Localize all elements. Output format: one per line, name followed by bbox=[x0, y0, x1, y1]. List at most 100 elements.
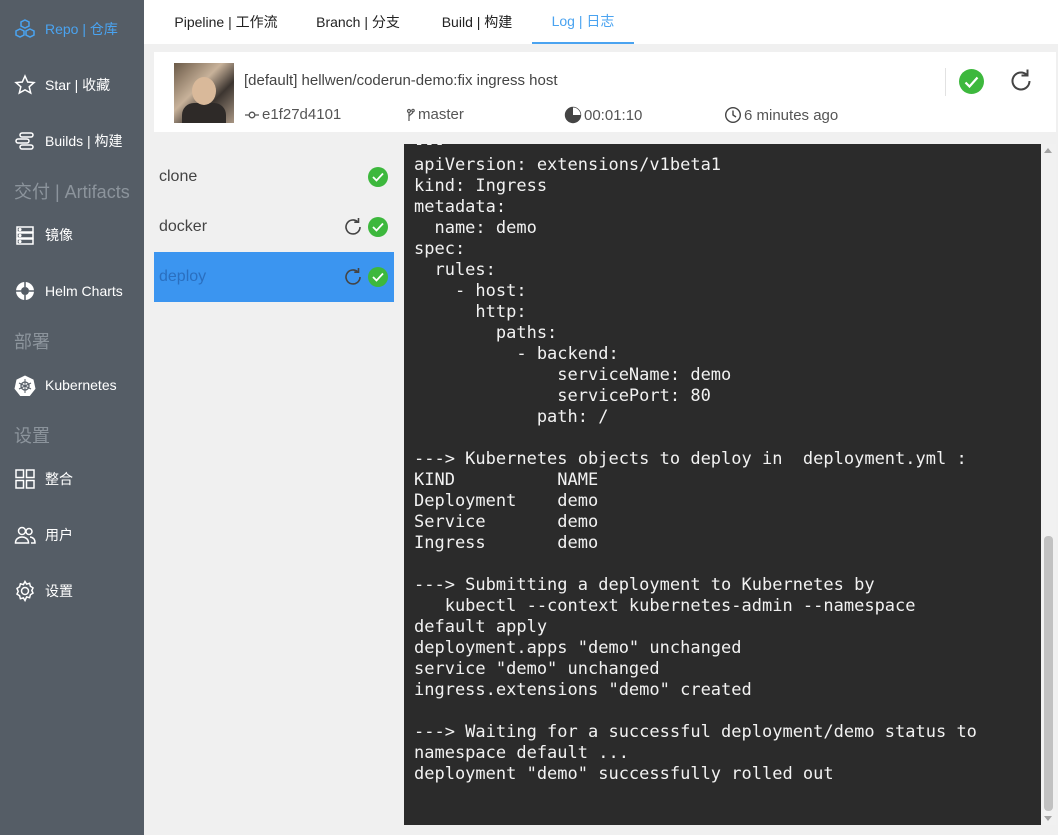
build-status-success-icon bbox=[959, 69, 984, 94]
log-line: rules: bbox=[434, 260, 496, 280]
log-line: KIND NAME bbox=[414, 470, 599, 490]
log-line: ---> Kubernetes objects to deploy in dep… bbox=[414, 449, 967, 469]
build-time-ago: 6 minutes ago bbox=[744, 106, 839, 124]
log-line: apiVersion: extensions/v1beta1 bbox=[414, 155, 722, 175]
log-line: default apply bbox=[414, 617, 548, 637]
sidebar-item-repo[interactable]: Repo | 仓库 bbox=[0, 9, 144, 49]
log-line: http: bbox=[475, 302, 527, 322]
sidebar-item-settings[interactable]: 设置 bbox=[0, 571, 144, 611]
scroll-down-arrow[interactable] bbox=[1044, 816, 1052, 821]
star-icon bbox=[14, 74, 36, 96]
builds-icon bbox=[14, 130, 36, 152]
log-line: ---> Submitting a deployment to Kubernet… bbox=[414, 575, 875, 595]
sidebar-item-star[interactable]: Star | 收藏 bbox=[0, 65, 144, 105]
sidebar-group-artifacts: 交付 | Artifacts bbox=[14, 182, 130, 202]
log-scrollbar[interactable] bbox=[1041, 144, 1056, 825]
log-line: deployment.apps "demo" unchanged bbox=[414, 638, 742, 658]
scrollbar-thumb[interactable] bbox=[1044, 536, 1053, 811]
build-header: [default] hellwen/coderun-demo:fix ingre… bbox=[154, 52, 1056, 132]
log-line: name: demo bbox=[434, 218, 537, 238]
gear-icon bbox=[14, 580, 36, 602]
log-line: deployment "demo" successfully rolled ou… bbox=[414, 764, 834, 784]
server-icon bbox=[14, 224, 36, 246]
clock-icon bbox=[724, 106, 742, 124]
log-line: paths: bbox=[495, 323, 558, 343]
log-line: servicePort: 80 bbox=[557, 386, 711, 406]
sidebar-item-label: Kubernetes bbox=[45, 377, 117, 393]
sidebar-item-users[interactable]: 用户 bbox=[0, 515, 144, 555]
sidebar-item-label: Builds | 构建 bbox=[45, 133, 123, 149]
step-restart-icon[interactable] bbox=[343, 217, 363, 237]
tab-branch[interactable]: Branch | 分支 bbox=[308, 0, 408, 44]
sidebar-item-integration[interactable]: 整合 bbox=[0, 459, 144, 499]
tab-build[interactable]: Build | 构建 bbox=[432, 0, 522, 44]
log-line: namespace default ... bbox=[414, 743, 629, 763]
log-line: serviceName: demo bbox=[557, 365, 732, 385]
sidebar-group-settings: 设置 bbox=[14, 426, 50, 446]
branch-info[interactable]: master bbox=[406, 106, 464, 123]
log-line: --- bbox=[414, 144, 445, 154]
log-line: metadata: bbox=[414, 197, 507, 217]
commit-hash: e1f27d4101 bbox=[262, 106, 342, 123]
sidebar-item-label: Helm Charts bbox=[45, 283, 123, 299]
check-circle-icon bbox=[368, 217, 388, 237]
check-circle-icon bbox=[368, 167, 388, 187]
sidebar-item-label: Star | 收藏 bbox=[45, 77, 111, 93]
sidebar-item-kubernetes[interactable]: Kubernetes bbox=[0, 365, 144, 405]
sidebar-item-label: Repo | 仓库 bbox=[45, 21, 118, 37]
tab-pipeline[interactable]: Pipeline | 工作流 bbox=[166, 0, 286, 44]
branch-icon bbox=[406, 108, 416, 122]
kubernetes-icon bbox=[14, 374, 36, 396]
log-line: path: / bbox=[536, 407, 609, 427]
tab-log[interactable]: Log | 日志 bbox=[532, 0, 634, 44]
sidebar-item-helm-charts[interactable]: Helm Charts bbox=[0, 271, 144, 311]
step-clone[interactable]: clone bbox=[154, 152, 394, 202]
step-name: docker bbox=[159, 218, 208, 235]
sidebar-item-label: 用户 bbox=[45, 527, 73, 543]
branch-name: master bbox=[418, 106, 464, 123]
step-name: clone bbox=[159, 168, 198, 185]
log-line: spec: bbox=[414, 239, 466, 259]
time-info: 6 minutes ago bbox=[724, 106, 838, 124]
commit-icon bbox=[244, 108, 260, 122]
check-circle-icon bbox=[368, 267, 388, 287]
log-line: ---> Waiting for a successful deployment… bbox=[414, 722, 977, 742]
scroll-up-arrow[interactable] bbox=[1044, 148, 1052, 153]
step-deploy[interactable]: deploy bbox=[154, 252, 394, 302]
avatar bbox=[174, 63, 234, 123]
restart-build-button[interactable] bbox=[1008, 68, 1034, 94]
sidebar-item-label: 设置 bbox=[45, 583, 73, 599]
commit-info[interactable]: e1f27d4101 bbox=[244, 106, 341, 123]
sidebar-item-label: 镜像 bbox=[45, 227, 73, 243]
pie-timer-icon bbox=[564, 106, 582, 124]
sidebar: Repo | 仓库 Star | 收藏 Builds | 构建 交付 | Art… bbox=[0, 0, 144, 835]
step-restart-icon[interactable] bbox=[343, 267, 363, 287]
build-title[interactable]: [default] hellwen/coderun-demo:fix ingre… bbox=[244, 72, 558, 89]
divider bbox=[945, 68, 946, 96]
log-line: Service demo bbox=[414, 512, 599, 532]
log-line: kind: Ingress bbox=[414, 176, 548, 196]
log-line: - host: bbox=[454, 281, 527, 301]
log-line: kubectl --context kubernetes-admin --nam… bbox=[444, 596, 916, 616]
top-tabs: Pipeline | 工作流 Branch | 分支 Build | 构建 Lo… bbox=[144, 0, 1058, 44]
log-line: Ingress demo bbox=[414, 533, 599, 553]
step-name: deploy bbox=[159, 268, 207, 285]
cubes-icon bbox=[14, 18, 36, 40]
refresh-icon bbox=[1011, 69, 1031, 91]
grid-icon bbox=[14, 468, 36, 490]
log-line: - backend: bbox=[516, 344, 619, 364]
pipeline-steps: clone docker deploy bbox=[154, 152, 394, 302]
duration-info: 00:01:10 bbox=[564, 106, 642, 124]
users-icon bbox=[14, 524, 36, 546]
sidebar-item-images[interactable]: 镜像 bbox=[0, 215, 144, 255]
log-output[interactable]: --- apiVersion: extensions/v1beta1 kind:… bbox=[404, 144, 1041, 825]
step-docker[interactable]: docker bbox=[154, 202, 394, 252]
log-line: Deployment demo bbox=[414, 491, 599, 511]
log-text: --- apiVersion: extensions/v1beta1 kind:… bbox=[404, 144, 977, 785]
log-line: ingress.extensions "demo" created bbox=[414, 680, 752, 700]
helm-icon bbox=[14, 280, 36, 302]
sidebar-group-deploy: 部署 bbox=[14, 332, 50, 352]
log-line: service "demo" unchanged bbox=[414, 659, 660, 679]
build-duration: 00:01:10 bbox=[584, 106, 643, 124]
sidebar-item-builds[interactable]: Builds | 构建 bbox=[0, 121, 144, 161]
